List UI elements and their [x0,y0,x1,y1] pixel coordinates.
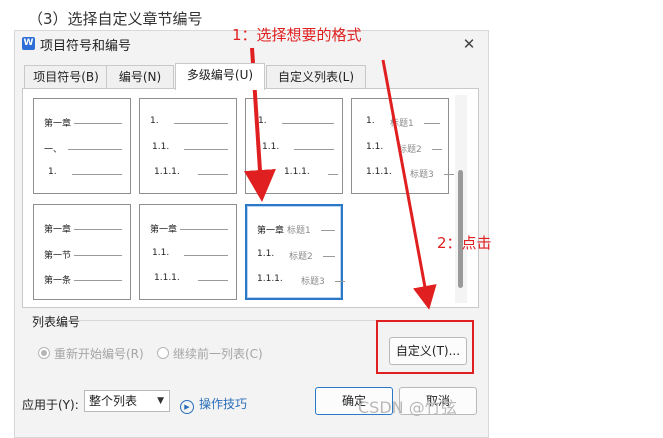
annotation-step2: 2：点击 [437,234,492,252]
annotation-step1: 1：选择想要的格式 [232,26,362,44]
arrow-to-customize [381,59,437,310]
annotation-arrows [243,47,437,310]
tab-multilevel[interactable]: 多级编号(U) [175,63,265,90]
